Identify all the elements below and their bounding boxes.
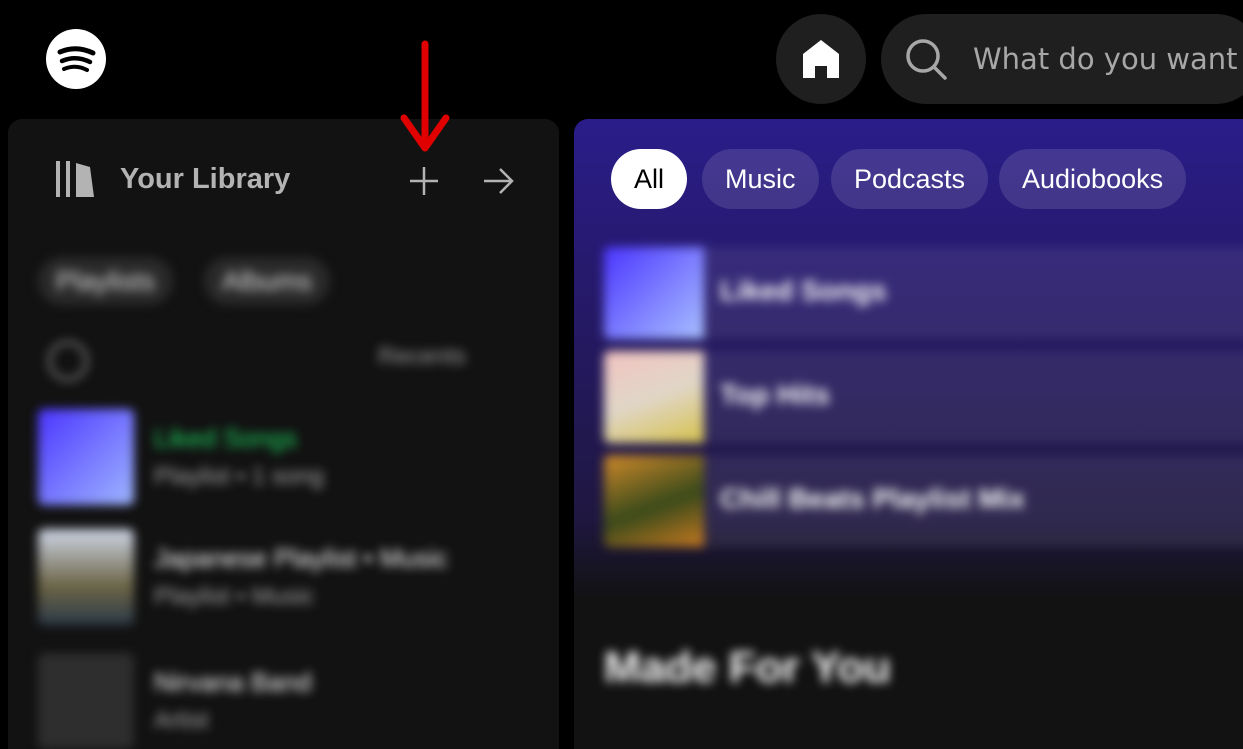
shortcut-card[interactable]: Top Hits [604,351,1243,443]
library-item[interactable]: Liked Songs Playlist • 1 song [30,409,540,513]
main-panel: All Music Podcasts Audiobooks Liked Song… [574,119,1243,749]
tab-podcasts[interactable]: Podcasts [831,149,989,209]
annotation-arrow-icon [400,40,450,152]
item-subtitle: Playlist • Music [154,583,315,610]
tab-all[interactable]: All [611,149,688,209]
tab-audiobooks[interactable]: Audiobooks [999,149,1187,209]
create-playlist-button[interactable] [404,161,444,201]
item-name: Liked Songs [154,423,298,453]
sort-dropdown[interactable]: Recents [378,343,466,371]
item-thumbnail [38,409,134,505]
item-subtitle: Playlist • 1 song [154,463,324,490]
item-thumbnail [38,653,134,749]
filter-chip-playlists[interactable]: Playlists [38,257,174,305]
shortcut-card[interactable]: Liked Songs [604,247,1243,339]
filter-chip-albums[interactable]: Albums [204,257,331,305]
card-thumbnail [604,351,704,443]
tab-music[interactable]: Music [702,149,819,209]
main-content: Liked Songs Top Hits Chill Beats Playlis… [574,213,1243,749]
library-content: Playlists Albums Recents Liked Songs Pla… [8,213,559,749]
library-item[interactable]: Japanese Playlist • Music Playlist • Mus… [30,529,540,633]
section-title: Made For You [604,643,891,692]
item-thumbnail [38,529,134,625]
plus-icon [410,167,438,195]
library-icon[interactable] [54,159,96,199]
spotify-logo-icon[interactable] [46,29,106,89]
library-title[interactable]: Your Library [120,163,290,196]
card-title: Chill Beats Playlist Mix [720,483,1025,514]
expand-library-button[interactable] [478,161,518,201]
card-title: Top Hits [720,379,830,410]
arrow-right-icon [484,168,514,194]
search-input[interactable] [973,36,1243,82]
library-header: Your Library [8,119,559,213]
card-thumbnail [604,455,704,547]
item-subtitle: Artist [154,707,209,734]
search-bar[interactable] [881,14,1243,104]
library-item[interactable]: Nirvana Band Artist [30,653,540,749]
home-button[interactable] [776,14,866,104]
search-icon [906,39,947,80]
library-panel: Your Library Playlists Albums Recents Li… [8,119,559,749]
card-title: Liked Songs [720,275,887,306]
item-name: Nirvana Band [154,667,312,697]
card-thumbnail [604,247,704,339]
item-name: Japanese Playlist • Music [154,543,448,573]
shortcut-card[interactable]: Chill Beats Playlist Mix [604,455,1243,547]
home-icon [803,40,839,78]
library-search-icon[interactable] [48,341,88,381]
